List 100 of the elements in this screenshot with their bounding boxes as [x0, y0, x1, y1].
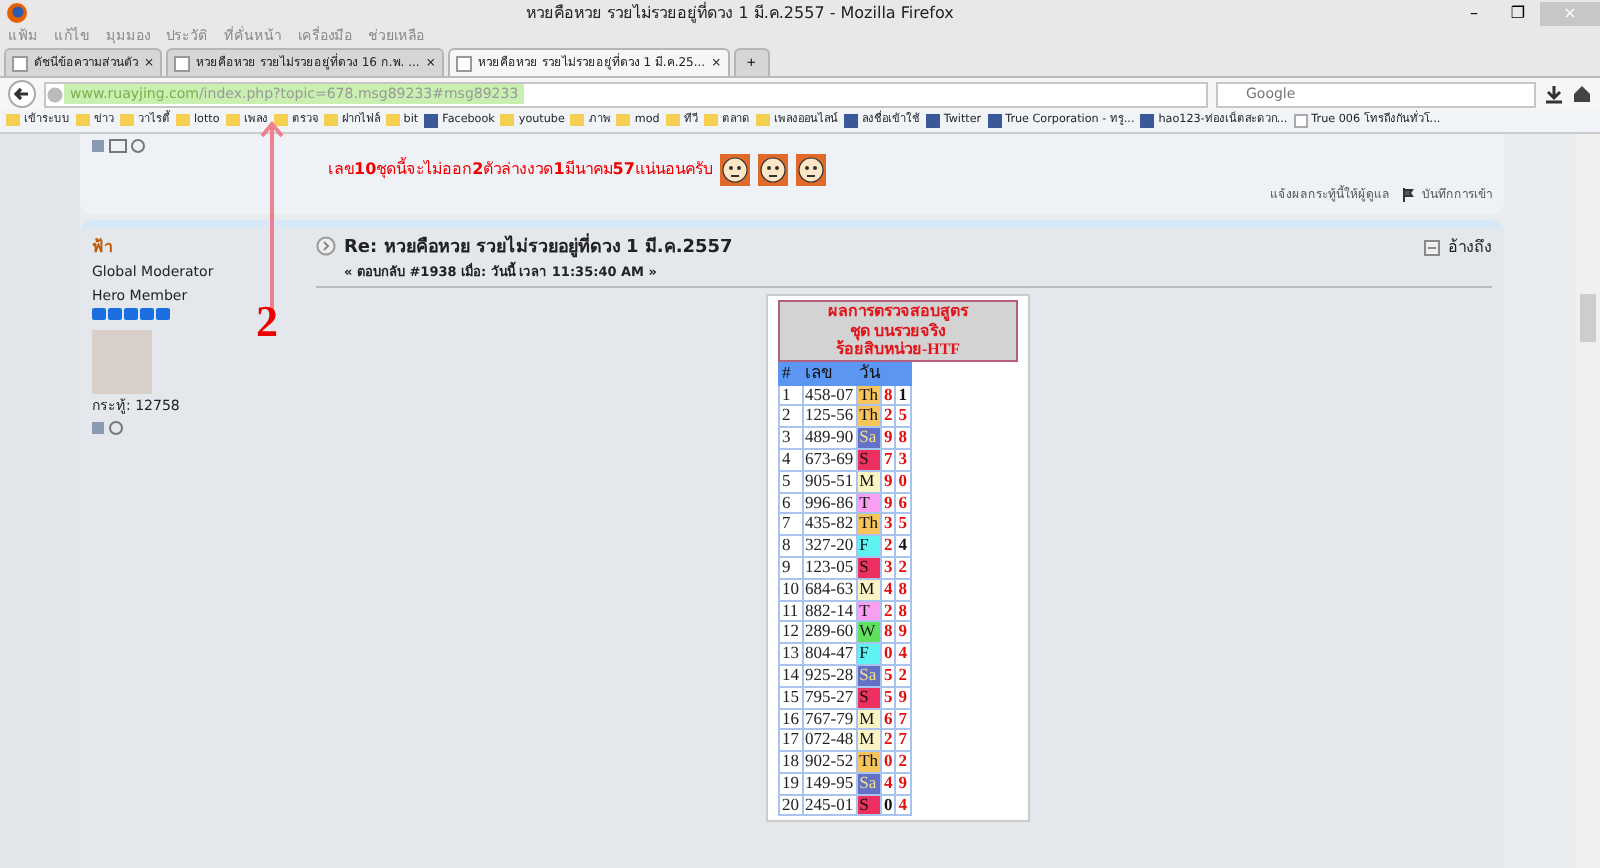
window-control-button[interactable]: – — [1452, 1, 1496, 25]
table-cell: 882-14 — [802, 600, 857, 622]
table-cell: 10 — [779, 578, 802, 601]
digit-cell: 4 — [895, 794, 911, 816]
digit-cell: 2 — [895, 664, 911, 687]
table-cell: 17 — [779, 729, 802, 752]
digit-cell: 4 — [895, 643, 911, 665]
table-cell: 9 — [779, 556, 802, 579]
table-cell: 767-79 — [802, 708, 857, 730]
scrollbar[interactable] — [1576, 134, 1600, 868]
site-icon — [1140, 113, 1155, 128]
table-cell: 123-05 — [802, 556, 857, 579]
table-cell: 18 — [779, 751, 802, 773]
folder-icon — [6, 114, 20, 127]
table-cell: 489-90 — [802, 427, 857, 449]
folder-icon — [225, 114, 240, 127]
digit-cell: 2 — [881, 729, 896, 752]
digit-cell: 8 — [881, 621, 896, 644]
table-cell: 5 — [779, 470, 802, 493]
digit-cell: 4 — [881, 578, 896, 601]
table-cell: 14 — [779, 664, 802, 687]
column-header: วัน — [856, 362, 911, 385]
digit-cell: 3 — [881, 513, 896, 536]
table-cell: 7 — [779, 513, 802, 536]
window-control-button[interactable]: ❐ — [1496, 1, 1540, 25]
digit-cell: 5 — [895, 405, 911, 428]
digit-cell: 6 — [895, 492, 911, 514]
post-title[interactable]: Re: หวยคือหวย รวยไม่รวยอยู่ที่ดวง 1 มี.ค.2557 — [344, 236, 733, 263]
table-cell: 3 — [779, 427, 802, 449]
cartoon-face-icon — [720, 154, 751, 186]
page-icon — [174, 55, 191, 71]
digit-cell: 2 — [895, 751, 911, 773]
table-cell: 435-82 — [802, 513, 857, 536]
site-icon — [843, 113, 858, 128]
flag-icon — [1402, 188, 1414, 202]
table-cell: 905-51 — [802, 470, 857, 493]
table-cell: 125-56 — [802, 405, 857, 428]
table-cell: 925-28 — [802, 664, 857, 687]
digit-cell: 8 — [895, 578, 911, 601]
digit-cell: 9 — [881, 427, 896, 449]
page-icon — [455, 55, 472, 71]
post-icon — [316, 236, 336, 256]
digit-cell: 9 — [895, 772, 911, 795]
folder-icon — [616, 114, 631, 127]
digit-cell: 9 — [895, 686, 911, 708]
folder-icon — [665, 114, 680, 127]
table-cell: 996-86 — [802, 492, 857, 514]
table-cell: 8 — [779, 535, 802, 557]
cartoon-face-icon — [796, 154, 827, 186]
digit-cell: 0 — [881, 643, 896, 665]
table-heading-panel: ผลการตรวจสอบสูตร ชุด บนรวยจริง ร้อยสิบหน่วย-HTF — [778, 300, 1018, 362]
table-cell: 13 — [779, 643, 802, 665]
table-cell: 684-63 — [802, 578, 857, 601]
photo-placeholder — [92, 330, 152, 394]
window-title: หวยคือหวย รวยไม่รวยอยู่ที่ดวง 1 มี.ค.2557 - Mozilla Firefox — [524, 1, 956, 25]
page-icon — [12, 55, 28, 71]
site-icon — [987, 113, 1002, 128]
table-cell: 458-07 — [802, 384, 857, 406]
digit-cell: 5 — [895, 513, 911, 536]
digit-cell: 7 — [895, 708, 911, 730]
annotation-number: 2 — [256, 300, 278, 344]
site-icon — [424, 113, 439, 128]
table-cell: 11 — [779, 600, 802, 622]
digit-cell: 9 — [881, 492, 896, 514]
author-name[interactable]: ฟ้า — [92, 236, 316, 260]
digit-cell: 0 — [881, 751, 896, 773]
page-icon — [1293, 113, 1308, 128]
table-cell: 1 — [779, 384, 802, 406]
digit-cell: 8 — [895, 600, 911, 622]
download-icon — [1544, 84, 1564, 104]
table-cell: 2 — [779, 405, 802, 428]
cartoon-face-icon — [758, 154, 789, 186]
quote-button[interactable]: อ้างถึง — [1424, 236, 1492, 260]
column-header: เลข — [802, 362, 857, 385]
folder-icon — [323, 114, 338, 127]
digit-cell: 1 — [895, 384, 911, 406]
digit-cell: 0 — [895, 470, 911, 493]
folder-icon — [755, 114, 770, 127]
digit-cell: 6 — [881, 708, 896, 730]
folder-icon — [273, 114, 288, 127]
post-message: เลข10ชุดนี้จะไม่ออก2ตัวล่างงวด1มีนาคม57แน่นอนครับ — [328, 158, 713, 182]
table-cell: 19 — [779, 772, 802, 795]
folder-icon — [120, 114, 134, 127]
folder-icon — [570, 114, 585, 127]
digit-cell: 9 — [895, 621, 911, 644]
folder-icon — [500, 114, 515, 127]
home-icon — [1572, 84, 1592, 104]
digit-cell: 7 — [895, 729, 911, 752]
site-icon — [925, 113, 940, 128]
digit-cell: 4 — [881, 772, 896, 795]
folder-icon — [176, 114, 190, 127]
table-cell: 12 — [779, 621, 802, 644]
digit-cell: 3 — [895, 448, 911, 471]
folder-icon — [703, 114, 718, 127]
digit-cell: 8 — [881, 384, 896, 406]
folder-icon — [76, 114, 90, 127]
table-cell: 149-95 — [802, 772, 857, 795]
table-cell: 795-27 — [802, 686, 857, 708]
globe-icon — [46, 85, 64, 103]
digit-cell: 4 — [895, 535, 911, 557]
